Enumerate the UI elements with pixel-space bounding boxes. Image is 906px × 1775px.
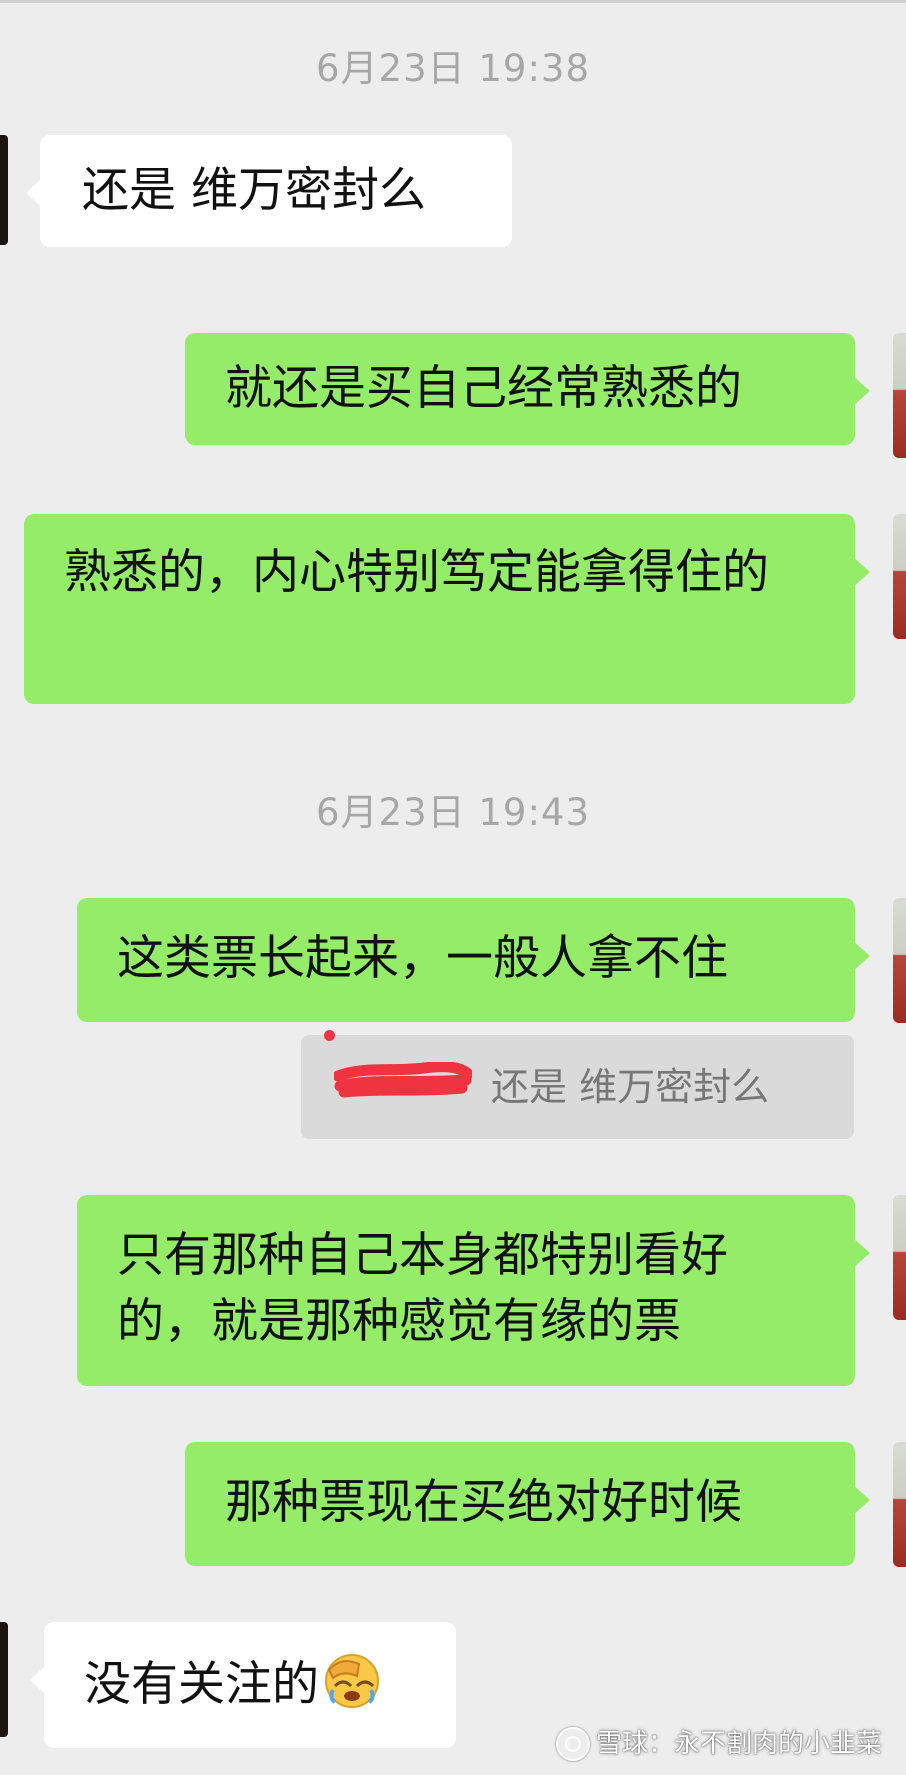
avatar[interactable]: [0, 1622, 8, 1737]
xueqiu-logo-icon: [555, 1727, 590, 1761]
message-text: 只有那种自己本身都特别看好的，就是那种感觉有缘的票: [117, 1228, 728, 1349]
message-text: 没有关注的: [84, 1657, 319, 1712]
message-text: 就还是买自己经常熟悉的: [225, 361, 742, 416]
watermark: 雪球：永不割肉的小韭菜: [555, 1723, 882, 1761]
message-text: 熟悉的，内心特别笃定能拿得住的: [64, 545, 769, 600]
message-bubble-outgoing[interactable]: 只有那种自己本身都特别看好的，就是那种感觉有缘的票: [77, 1195, 870, 1386]
message-bubble-incoming[interactable]: 没有关注的: [30, 1622, 456, 1748]
message-text: 那种票现在买绝对好时候: [225, 1475, 742, 1530]
redaction-dot: [324, 1030, 335, 1041]
message-bubble-outgoing[interactable]: 那种票现在买绝对好时候: [185, 1442, 870, 1566]
message-bubble-outgoing[interactable]: 这类票长起来，一般人拿不住: [77, 898, 870, 1022]
message-bubble-incoming[interactable]: 还是 维万密封么: [26, 135, 512, 247]
message-text: 这类票长起来，一般人拿不住: [117, 931, 728, 986]
timestamp: 6月23日 19:43: [315, 791, 590, 834]
avatar[interactable]: [893, 333, 906, 458]
avatar[interactable]: [893, 1195, 906, 1320]
quoted-message-text: 还是 维万密封么: [491, 1065, 770, 1109]
message-bubble-outgoing[interactable]: 就还是买自己经常熟悉的: [185, 333, 870, 445]
avatar[interactable]: [893, 514, 906, 639]
avatar[interactable]: [0, 135, 8, 245]
avatar[interactable]: [893, 898, 906, 1023]
status-divider: [0, 0, 906, 3]
message-bubble-outgoing[interactable]: 熟悉的，内心特别笃定能拿得住的: [24, 514, 870, 704]
avatar[interactable]: [893, 1442, 906, 1567]
redaction-scribble: [334, 1062, 472, 1098]
message-text: 还是 维万密封么: [82, 163, 426, 218]
watermark-text: 雪球：永不割肉的小韭菜: [595, 1728, 882, 1759]
facepalm-emoji-icon: [325, 1654, 379, 1708]
timestamp: 6月23日 19:38: [315, 47, 590, 90]
